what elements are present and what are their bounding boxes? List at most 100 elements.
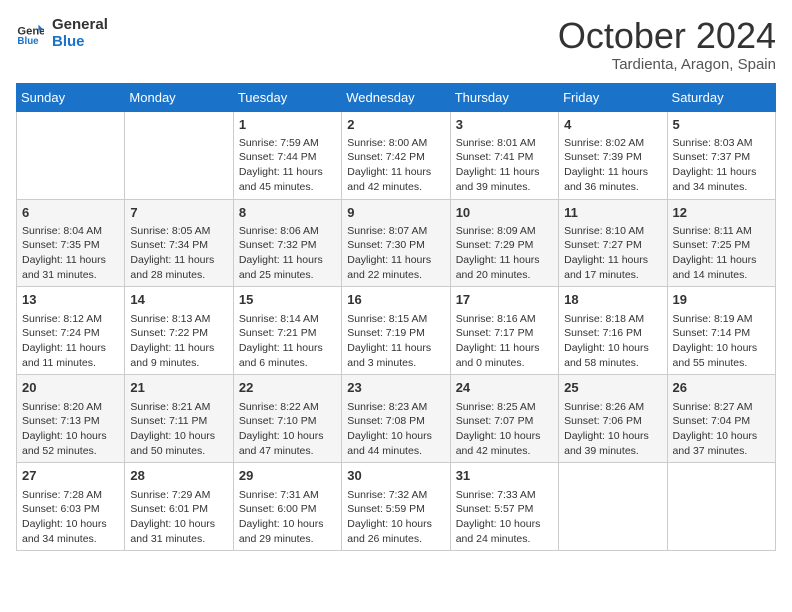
day-number: 20 (22, 379, 119, 397)
calendar-cell: 2Sunrise: 8:00 AMSunset: 7:42 PMDaylight… (342, 111, 450, 199)
calendar-cell: 26Sunrise: 8:27 AMSunset: 7:04 PMDayligh… (667, 375, 775, 463)
logo-icon: General Blue (16, 19, 44, 47)
day-number: 4 (564, 116, 661, 134)
calendar-cell: 4Sunrise: 8:02 AMSunset: 7:39 PMDaylight… (559, 111, 667, 199)
sunset-text: Sunset: 7:14 PM (673, 326, 770, 341)
sunrise-text: Sunrise: 8:02 AM (564, 136, 661, 151)
calendar-week-3: 13Sunrise: 8:12 AMSunset: 7:24 PMDayligh… (17, 287, 776, 375)
sunrise-text: Sunrise: 7:33 AM (456, 488, 553, 503)
day-number: 22 (239, 379, 336, 397)
sunrise-text: Sunrise: 8:06 AM (239, 224, 336, 239)
sunset-text: Sunset: 7:10 PM (239, 414, 336, 429)
sunset-text: Sunset: 7:08 PM (347, 414, 444, 429)
sunset-text: Sunset: 7:04 PM (673, 414, 770, 429)
day-number: 24 (456, 379, 553, 397)
daylight-text: Daylight: 11 hours and 22 minutes. (347, 253, 444, 282)
page-header: General Blue General Blue October 2024 T… (16, 16, 776, 73)
day-number: 28 (130, 467, 227, 485)
day-number: 9 (347, 204, 444, 222)
sunset-text: Sunset: 7:37 PM (673, 150, 770, 165)
sunrise-text: Sunrise: 8:16 AM (456, 312, 553, 327)
calendar-cell: 17Sunrise: 8:16 AMSunset: 7:17 PMDayligh… (450, 287, 558, 375)
location-subtitle: Tardienta, Aragon, Spain (558, 56, 776, 73)
title-block: October 2024 Tardienta, Aragon, Spain (558, 16, 776, 73)
sunrise-text: Sunrise: 8:22 AM (239, 400, 336, 415)
calendar-table: Sunday Monday Tuesday Wednesday Thursday… (16, 83, 776, 552)
sunrise-text: Sunrise: 8:21 AM (130, 400, 227, 415)
header-friday: Friday (559, 83, 667, 111)
daylight-text: Daylight: 10 hours and 26 minutes. (347, 517, 444, 546)
day-number: 8 (239, 204, 336, 222)
sunset-text: Sunset: 7:19 PM (347, 326, 444, 341)
sunrise-text: Sunrise: 8:19 AM (673, 312, 770, 327)
day-number: 7 (130, 204, 227, 222)
day-number: 14 (130, 291, 227, 309)
sunrise-text: Sunrise: 7:28 AM (22, 488, 119, 503)
logo-blue: Blue (52, 33, 108, 50)
day-number: 16 (347, 291, 444, 309)
calendar-cell (667, 463, 775, 551)
header-tuesday: Tuesday (233, 83, 341, 111)
daylight-text: Daylight: 11 hours and 31 minutes. (22, 253, 119, 282)
daylight-text: Daylight: 10 hours and 39 minutes. (564, 429, 661, 458)
header-wednesday: Wednesday (342, 83, 450, 111)
daylight-text: Daylight: 11 hours and 28 minutes. (130, 253, 227, 282)
day-number: 15 (239, 291, 336, 309)
daylight-text: Daylight: 10 hours and 44 minutes. (347, 429, 444, 458)
sunset-text: Sunset: 7:22 PM (130, 326, 227, 341)
calendar-header: Sunday Monday Tuesday Wednesday Thursday… (17, 83, 776, 111)
sunrise-text: Sunrise: 8:00 AM (347, 136, 444, 151)
logo: General Blue General Blue (16, 16, 108, 50)
sunset-text: Sunset: 6:01 PM (130, 502, 227, 517)
daylight-text: Daylight: 11 hours and 14 minutes. (673, 253, 770, 282)
calendar-cell: 27Sunrise: 7:28 AMSunset: 6:03 PMDayligh… (17, 463, 125, 551)
sunset-text: Sunset: 7:39 PM (564, 150, 661, 165)
header-thursday: Thursday (450, 83, 558, 111)
sunrise-text: Sunrise: 7:32 AM (347, 488, 444, 503)
calendar-cell: 31Sunrise: 7:33 AMSunset: 5:57 PMDayligh… (450, 463, 558, 551)
daylight-text: Daylight: 10 hours and 50 minutes. (130, 429, 227, 458)
day-number: 19 (673, 291, 770, 309)
calendar-cell: 12Sunrise: 8:11 AMSunset: 7:25 PMDayligh… (667, 199, 775, 287)
calendar-cell: 9Sunrise: 8:07 AMSunset: 7:30 PMDaylight… (342, 199, 450, 287)
daylight-text: Daylight: 10 hours and 37 minutes. (673, 429, 770, 458)
calendar-cell: 22 Sunrise: 8:22 AMSunset: 7:10 PMDayligh… (233, 375, 341, 463)
day-number: 21 (130, 379, 227, 397)
sunset-text: Sunset: 6:00 PM (239, 502, 336, 517)
daylight-text: Daylight: 11 hours and 9 minutes. (130, 341, 227, 370)
calendar-cell: 14Sunrise: 8:13 AMSunset: 7:22 PMDayligh… (125, 287, 233, 375)
sunrise-text: Sunrise: 7:31 AM (239, 488, 336, 503)
sunrise-text: Sunrise: 8:01 AM (456, 136, 553, 151)
day-number: 29 (239, 467, 336, 485)
calendar-cell: 30 Sunrise: 7:32 AMSunset: 5:59 PMDayligh… (342, 463, 450, 551)
calendar-cell: 8Sunrise: 8:06 AMSunset: 7:32 PMDaylight… (233, 199, 341, 287)
calendar-cell: 16Sunrise: 8:15 AMSunset: 7:19 PMDayligh… (342, 287, 450, 375)
calendar-cell: 10Sunrise: 8:09 AMSunset: 7:29 PMDayligh… (450, 199, 558, 287)
daylight-text: Daylight: 11 hours and 17 minutes. (564, 253, 661, 282)
sunset-text: Sunset: 5:59 PM (347, 502, 444, 517)
calendar-cell: 28Sunrise: 7:29 AMSunset: 6:01 PMDayligh… (125, 463, 233, 551)
sunrise-text: Sunrise: 8:18 AM (564, 312, 661, 327)
daylight-text: Daylight: 11 hours and 34 minutes. (673, 165, 770, 194)
day-number: 23 (347, 379, 444, 397)
header-sunday: Sunday (17, 83, 125, 111)
sunrise-text: Sunrise: 8:20 AM (22, 400, 119, 415)
sunrise-text: Sunrise: 8:03 AM (673, 136, 770, 151)
sunrise-text: Sunrise: 8:14 AM (239, 312, 336, 327)
day-number: 30 (347, 467, 444, 485)
sunset-text: Sunset: 7:24 PM (22, 326, 119, 341)
sunset-text: Sunset: 7:44 PM (239, 150, 336, 165)
daylight-text: Daylight: 10 hours and 58 minutes. (564, 341, 661, 370)
sunset-text: Sunset: 7:30 PM (347, 238, 444, 253)
day-number: 12 (673, 204, 770, 222)
sunrise-text: Sunrise: 8:11 AM (673, 224, 770, 239)
calendar-week-1: 1Sunrise: 7:59 AMSunset: 7:44 PMDaylight… (17, 111, 776, 199)
calendar-cell (125, 111, 233, 199)
sunrise-text: Sunrise: 8:10 AM (564, 224, 661, 239)
daylight-text: Daylight: 10 hours and 47 minutes. (239, 429, 336, 458)
calendar-cell: 25Sunrise: 8:26 AMSunset: 7:06 PMDayligh… (559, 375, 667, 463)
sunrise-text: Sunrise: 8:15 AM (347, 312, 444, 327)
calendar-cell: 19Sunrise: 8:19 AMSunset: 7:14 PMDayligh… (667, 287, 775, 375)
calendar-cell: 3Sunrise: 8:01 AMSunset: 7:41 PMDaylight… (450, 111, 558, 199)
sunrise-text: Sunrise: 8:05 AM (130, 224, 227, 239)
